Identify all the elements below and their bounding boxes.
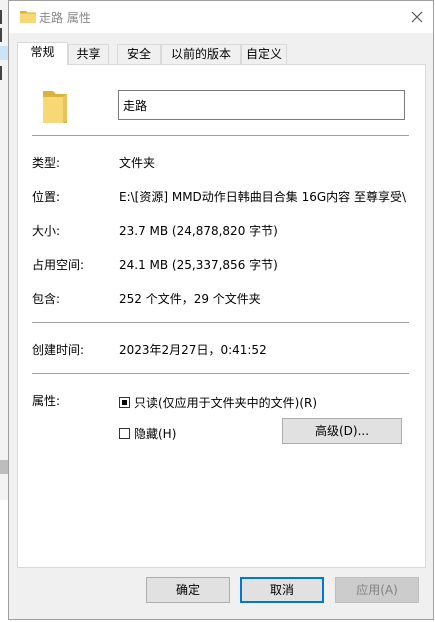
contains-label: 包含: [32, 292, 61, 306]
folder-icon [20, 11, 36, 23]
readonly-checkbox[interactable]: 只读(仅应用于文件夹中的文件)(R) [119, 394, 317, 411]
tab-security[interactable]: 安全 [117, 44, 161, 64]
general-tab-panel: 类型: 文件夹 位置: E:\[资源] MMD动作日韩曲目合集 16G内容 至尊… [17, 64, 426, 568]
close-icon[interactable] [405, 5, 429, 29]
location-value: E:\[资源] MMD动作日韩曲目合集 16G内容 至尊享受\ [119, 190, 406, 204]
readonly-checkbox-label: 只读(仅应用于文件夹中的文件)(R) [134, 396, 318, 410]
divider [32, 322, 409, 323]
folder-name-input[interactable] [118, 90, 405, 120]
size-value: 23.7 MB (24,878,820 字节) [119, 224, 278, 238]
tab-general[interactable]: 常规 [17, 42, 68, 65]
size-on-disk-value: 24.1 MB (25,337,856 字节) [119, 258, 278, 272]
readonly-checkbox-box[interactable] [119, 397, 130, 408]
folder-icon [43, 91, 67, 123]
divider [32, 135, 409, 136]
contains-value: 252 个文件，29 个文件夹 [119, 292, 261, 306]
attributes-label: 属性: [32, 394, 61, 408]
properties-dialog: 走路 属性 常规 共享 安全 以前的版本 自定义 类型: 文件夹 位置: E:\… [8, 0, 434, 620]
window-title: 走路 属性 [39, 11, 91, 25]
created-label: 创建时间: [32, 343, 85, 357]
background-window-edge [0, 0, 8, 500]
tab-previous-versions[interactable]: 以前的版本 [161, 44, 241, 64]
ok-button[interactable]: 确定 [146, 577, 230, 603]
divider [32, 373, 409, 374]
title-bar[interactable]: 走路 属性 [9, 1, 433, 33]
type-label: 类型: [32, 156, 61, 170]
type-value: 文件夹 [119, 156, 156, 170]
size-label: 大小: [32, 224, 61, 238]
size-on-disk-label: 占用空间: [32, 258, 85, 272]
advanced-button[interactable]: 高级(D)... [282, 418, 402, 444]
tab-sharing[interactable]: 共享 [68, 44, 109, 64]
cancel-button[interactable]: 取消 [240, 577, 324, 603]
created-value: 2023年2月27日，0:41:52 [119, 343, 267, 357]
apply-button[interactable]: 应用(A) [335, 577, 419, 603]
hidden-checkbox-box[interactable] [119, 428, 130, 439]
hidden-checkbox[interactable]: 隐藏(H) [119, 425, 176, 442]
hidden-checkbox-label: 隐藏(H) [134, 427, 177, 441]
location-label: 位置: [32, 190, 61, 204]
tab-customize[interactable]: 自定义 [241, 44, 287, 64]
